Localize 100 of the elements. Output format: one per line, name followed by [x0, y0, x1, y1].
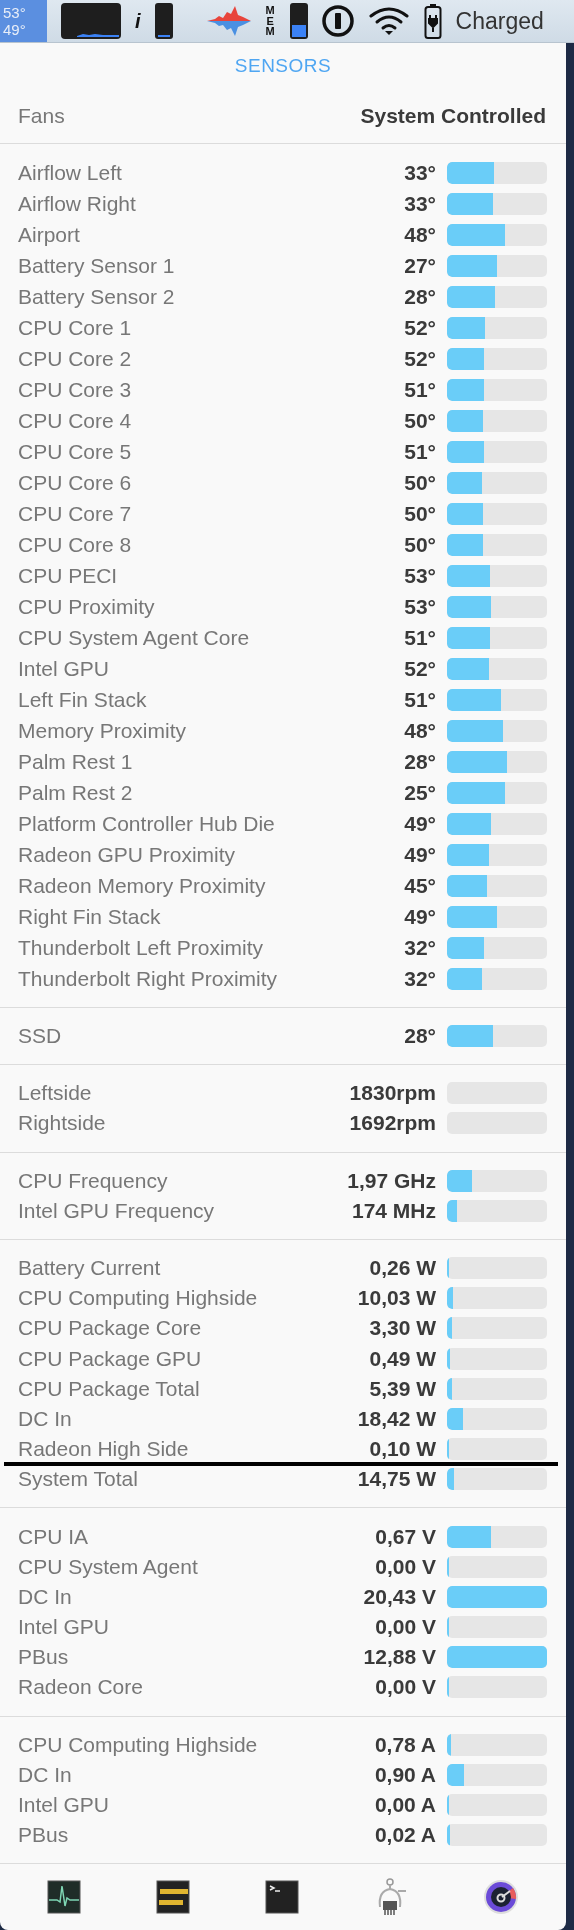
sensor-value: 0,00 V [374, 1615, 436, 1640]
sensor-value: 53° [403, 594, 436, 619]
sensor-label: CPU Core 3 [18, 377, 132, 402]
sensor-value: 1830rpm [348, 1081, 436, 1106]
sensor-label: CPU IA [18, 1524, 88, 1549]
sensor-label: DC In [18, 1762, 72, 1787]
sensor-label: Memory Proximity [18, 718, 186, 743]
terminal-icon[interactable] [265, 1880, 299, 1915]
sensor-value: 0,00 V [374, 1675, 436, 1700]
sensor-value: 20,43 V [362, 1584, 436, 1609]
sensor-value: 52° [403, 656, 436, 681]
sensor-value: 33° [403, 191, 436, 216]
sensor-label: Palm Rest 2 [18, 780, 133, 805]
sensor-value: 51° [403, 625, 436, 650]
sensor-label: CPU Computing Highside [18, 1286, 258, 1311]
disk-meter-icon[interactable] [154, 3, 173, 39]
sensor-value: 1,97 GHz [346, 1168, 436, 1193]
sensor-label: Intel GPU [18, 1615, 110, 1640]
sensor-label: Radeon Memory Proximity [18, 873, 266, 898]
sensor-label: CPU Frequency [18, 1168, 168, 1193]
sensor-label: Intel GPU [18, 656, 110, 681]
sensor-value: 45° [403, 873, 436, 898]
sensor-label: DC In [18, 1584, 72, 1609]
wifi-icon[interactable] [367, 6, 410, 36]
sensor-label: CPU Core 6 [18, 470, 132, 495]
memory-meter-icon[interactable] [289, 3, 308, 39]
memory-label[interactable]: MEM [264, 5, 276, 37]
sensor-value: 14,75 W [356, 1467, 436, 1492]
sensor-value: 0,78 A [373, 1732, 436, 1757]
sensor-label: System Total [18, 1467, 138, 1492]
battery-status-text: Charged [455, 7, 544, 35]
sensor-value: 50° [403, 470, 436, 495]
sensor-value: 49° [403, 842, 436, 867]
cpu-graph-icon[interactable] [61, 3, 121, 39]
sensor-label: Intel GPU [18, 1793, 110, 1818]
sensor-value: 50° [403, 501, 436, 526]
fan-mode-value[interactable]: System Controlled [360, 104, 546, 128]
sensor-label: CPU PECI [18, 563, 118, 588]
sensor-value: 48° [403, 222, 436, 247]
temperature-reading: 53° [3, 4, 27, 21]
sensor-value: 32° [403, 935, 436, 960]
sensor-value: 18,42 W [356, 1406, 436, 1431]
sensor-value: 51° [403, 439, 436, 464]
sensor-label: CPU Core 5 [18, 439, 132, 464]
sensor-label: Right Fin Stack [18, 904, 161, 929]
sensor-value: 27° [403, 253, 436, 278]
info-label[interactable]: i [135, 9, 141, 33]
gauge-icon[interactable] [482, 1879, 519, 1916]
sensor-label: Left Fin Stack [18, 687, 147, 712]
sensor-label: Radeon GPU Proximity [18, 842, 236, 867]
sensor-label: Rightside [18, 1111, 106, 1136]
sensor-label: Radeon Core [18, 1675, 143, 1700]
sensor-value: 0,10 W [368, 1437, 436, 1462]
sensor-label: Thunderbolt Left Proximity [18, 935, 264, 960]
sensor-label: Intel GPU Frequency [18, 1198, 215, 1223]
sensor-label: CPU Computing Highside [18, 1732, 258, 1757]
sensor-value: 0,00 A [373, 1793, 436, 1818]
sensor-value: 51° [403, 687, 436, 712]
section-title: SENSORS [234, 55, 332, 77]
sensor-label: CPU Core 7 [18, 501, 132, 526]
sensor-value: 51° [403, 377, 436, 402]
sensor-value: 0,26 W [368, 1256, 436, 1281]
sensor-label: CPU Core 2 [18, 346, 132, 371]
sensor-label: Battery Current [18, 1256, 161, 1281]
sensor-label: CPU Core 8 [18, 532, 132, 557]
sensor-value: 52° [403, 315, 436, 340]
sensor-label: PBus [18, 1823, 69, 1848]
sensor-value: 48° [403, 718, 436, 743]
sensor-label: Leftside [18, 1081, 92, 1106]
sensor-label: PBus [18, 1645, 69, 1670]
sensor-value: 32° [403, 966, 436, 991]
sensor-value: 1692rpm [348, 1111, 436, 1136]
sensor-value: 28° [403, 284, 436, 309]
sensor-label: CPU Package GPU [18, 1346, 202, 1371]
sensor-value: 52° [403, 346, 436, 371]
sensor-label: CPU Package Core [18, 1316, 202, 1341]
sensor-value: 25° [403, 780, 436, 805]
sensor-value: 49° [403, 811, 436, 836]
console-icon[interactable] [156, 1880, 191, 1915]
sensor-label: Airflow Left [18, 160, 122, 185]
sensor-label: Airflow Right [18, 191, 136, 216]
sensor-label: CPU System Agent Core [18, 625, 250, 650]
sensor-label: CPU Core 1 [18, 315, 132, 340]
activity-monitor-icon[interactable] [47, 1880, 82, 1915]
sensor-value: 28° [403, 749, 436, 774]
sensor-value: 50° [403, 408, 436, 433]
sensor-label: Radeon High Side [18, 1437, 189, 1462]
sensor-label: SSD [18, 1024, 62, 1049]
sensor-label: DC In [18, 1406, 72, 1431]
battery-charging-icon[interactable] [423, 3, 442, 39]
sensor-label: Palm Rest 1 [18, 749, 133, 774]
sensor-label: Thunderbolt Right Proximity [18, 966, 278, 991]
sensor-value: 174 MHz [350, 1198, 436, 1223]
sensor-label: CPU System Agent [18, 1554, 198, 1579]
sensor-value: 49° [403, 904, 436, 929]
sensor-value: 0,02 A [373, 1823, 436, 1848]
sensor-label: Airport [18, 222, 80, 247]
network-activity-icon[interactable] [206, 6, 251, 36]
sensor-value: 28° [403, 1024, 436, 1049]
sensor-value: 0,49 W [368, 1346, 436, 1371]
